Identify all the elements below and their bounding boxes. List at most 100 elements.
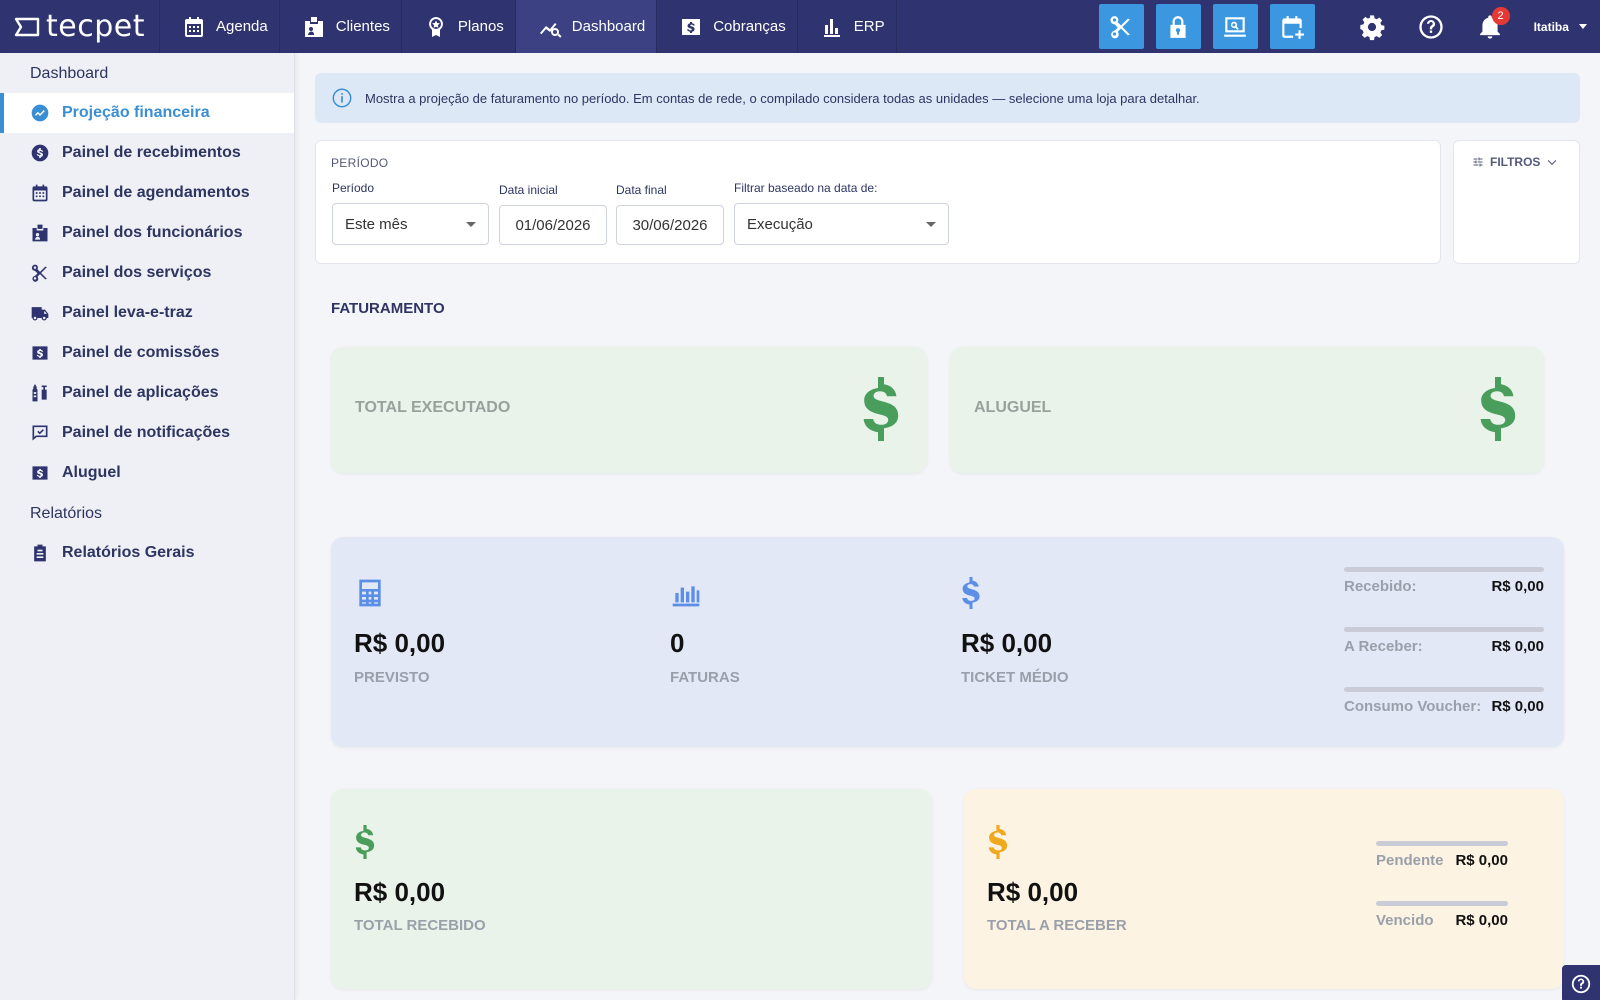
- scissors-icon: [1110, 15, 1131, 38]
- syringe-bottle-icon: [32, 384, 47, 402]
- vencido-value: R$ 0,00: [1455, 912, 1508, 929]
- nav-clientes[interactable]: Clientes: [280, 0, 402, 53]
- sidebar-item-painel-funcionarios[interactable]: Painel dos funcionários: [0, 213, 294, 253]
- settings-button[interactable]: [1343, 0, 1402, 53]
- nav-agenda[interactable]: Agenda: [160, 0, 280, 53]
- sidebar-item-label: Painel de aplicações: [62, 384, 219, 401]
- faturas-metric: 0 FATURAS: [670, 577, 740, 686]
- end-date-input[interactable]: 30/06/2026: [616, 205, 724, 245]
- period-section-title: PERÍODO: [331, 156, 389, 170]
- question-circle-icon: [1571, 974, 1591, 994]
- total-recebido-label: TOTAL RECEBIDO: [354, 917, 486, 934]
- period-select[interactable]: Este mês: [332, 203, 489, 245]
- total-a-receber-card: R$ 0,00 TOTAL A RECEBER Pendente R$ 0,00 …: [964, 789, 1564, 989]
- dollar-sign-icon: [863, 377, 899, 441]
- clipboard-list-icon: [34, 544, 46, 562]
- date-basis-value: Execução: [747, 215, 813, 233]
- end-date-label: Data final: [616, 183, 667, 197]
- date-basis-label: Filtrar baseado na data de:: [734, 181, 878, 195]
- dollar-sign-icon: [355, 825, 375, 859]
- sidebar-item-painel-servicos[interactable]: Painel dos serviços: [0, 253, 294, 293]
- date-basis-group: Filtrar baseado na data de: Execução: [734, 181, 949, 245]
- quick-actions: [1098, 0, 1315, 53]
- sidebar-item-label: Projeção financeira: [62, 104, 210, 121]
- info-banner: Mostra a projeção de faturamento no perí…: [315, 73, 1580, 123]
- filters-panel: FILTROS: [1453, 140, 1580, 264]
- sidebar-item-projecao-financeira[interactable]: Projeção financeira: [0, 93, 294, 133]
- sidebar-item-painel-comissoes[interactable]: Painel de comissões: [0, 333, 294, 373]
- trending-chart-icon: [31, 104, 49, 122]
- aluguel-label: ALUGUEL: [974, 399, 1052, 416]
- start-date-input[interactable]: 01/06/2026: [499, 205, 607, 245]
- help-floating-button[interactable]: [1562, 965, 1600, 1000]
- dropdown-arrow-icon: [926, 221, 936, 227]
- end-date-value: 30/06/2026: [632, 216, 708, 234]
- quick-lock-button[interactable]: [1155, 4, 1201, 49]
- ticket-medio-value: R$ 0,00: [961, 628, 1053, 658]
- ticket-medio-metric: R$ 0,00 TICKET MÉDIO: [961, 577, 1069, 686]
- recebido-label: Recebido:: [1344, 578, 1417, 595]
- nav-planos[interactable]: Planos: [402, 0, 516, 53]
- notifications-button[interactable]: 2: [1461, 0, 1520, 53]
- date-basis-select[interactable]: Execução: [734, 203, 949, 245]
- nav-cobrancas[interactable]: Cobranças: [657, 0, 798, 53]
- total-executado-card: TOTAL EXECUTADO: [331, 347, 927, 473]
- period-group: Período Este mês: [332, 181, 489, 245]
- id-badge-icon: [304, 16, 323, 37]
- help-button[interactable]: [1402, 0, 1461, 53]
- nav-erp[interactable]: ERP: [798, 0, 897, 53]
- dollar-sign-icon: [962, 577, 980, 609]
- a-receber-progress: A Receber: R$ 0,00: [1344, 627, 1544, 655]
- period-select-value: Este mês: [345, 215, 408, 233]
- faturas-label: FATURAS: [670, 669, 740, 686]
- previsto-value: R$ 0,00: [354, 628, 446, 658]
- sidebar-item-aluguel[interactable]: Aluguel: [0, 453, 294, 493]
- sidebar-item-label: Painel de recebimentos: [62, 144, 241, 161]
- filters-toggle-button[interactable]: FILTROS: [1472, 155, 1558, 169]
- logo-icon: [14, 17, 40, 36]
- dollar-circle-icon: [31, 144, 49, 162]
- main-nav: Agenda Clientes Planos Dashboard Cobranç…: [160, 0, 897, 53]
- store-name: Itatiba: [1533, 19, 1569, 34]
- calculator-icon: [359, 579, 381, 607]
- sidebar-item-label: Painel dos funcionários: [62, 224, 243, 241]
- gear-icon: [1360, 14, 1385, 40]
- sidebar-item-painel-aplicacoes[interactable]: Painel de aplicações: [0, 373, 294, 413]
- tecpet-logo[interactable]: tecpet: [0, 0, 160, 53]
- dollar-bill-icon: [32, 346, 48, 360]
- progress-bar: [1344, 567, 1544, 572]
- notification-count-badge: 2: [1491, 7, 1510, 25]
- sidebar-item-painel-agendamentos[interactable]: Painel de agendamentos: [0, 173, 294, 213]
- previsto-metric: R$ 0,00 PREVISTO: [354, 577, 445, 686]
- info-icon: [332, 88, 352, 108]
- sidebar: Dashboard Projeção financeira Painel de …: [0, 53, 295, 1000]
- question-circle-icon: [1419, 14, 1443, 39]
- total-a-receber-label: TOTAL A RECEBER: [987, 917, 1127, 934]
- info-banner-text: Mostra a projeção de faturamento no perí…: [365, 90, 1200, 106]
- start-date-label: Data inicial: [499, 183, 558, 197]
- message-check-icon: [32, 425, 48, 441]
- sidebar-item-painel-recebimentos[interactable]: Painel de recebimentos: [0, 133, 294, 173]
- scissors-icon: [31, 264, 47, 282]
- quick-calendar-add-button[interactable]: [1269, 4, 1315, 49]
- dollar-sign-icon: [988, 825, 1008, 859]
- bar-chart-icon: [823, 18, 840, 37]
- truck-icon: [31, 307, 49, 321]
- pendente-progress: Pendente R$ 0,00: [1376, 841, 1508, 869]
- sidebar-item-painel-notificacoes[interactable]: Painel de notificações: [0, 413, 294, 453]
- quick-monitor-search-button[interactable]: [1212, 4, 1258, 49]
- lock-icon: [1170, 15, 1186, 38]
- start-date-group: Data inicial 01/06/2026: [499, 183, 607, 245]
- sidebar-item-label: Painel leva-e-traz: [62, 304, 193, 321]
- progress-bar: [1376, 841, 1508, 846]
- calendar-icon: [185, 16, 203, 37]
- logo-text: tecpet: [46, 9, 145, 44]
- sidebar-item-painel-leva-e-traz[interactable]: Painel leva-e-traz: [0, 293, 294, 333]
- store-selector[interactable]: Itatiba: [1520, 20, 1587, 34]
- sidebar-item-relatorios-gerais[interactable]: Relatórios Gerais: [0, 533, 294, 573]
- sliders-icon: [1473, 157, 1483, 167]
- nav-dashboard[interactable]: Dashboard: [515, 0, 658, 53]
- quick-scissors-button[interactable]: [1098, 4, 1144, 49]
- voucher-progress: Consumo Voucher: R$ 0,00: [1344, 687, 1544, 715]
- total-recebido-card: R$ 0,00 TOTAL RECEBIDO: [331, 789, 932, 989]
